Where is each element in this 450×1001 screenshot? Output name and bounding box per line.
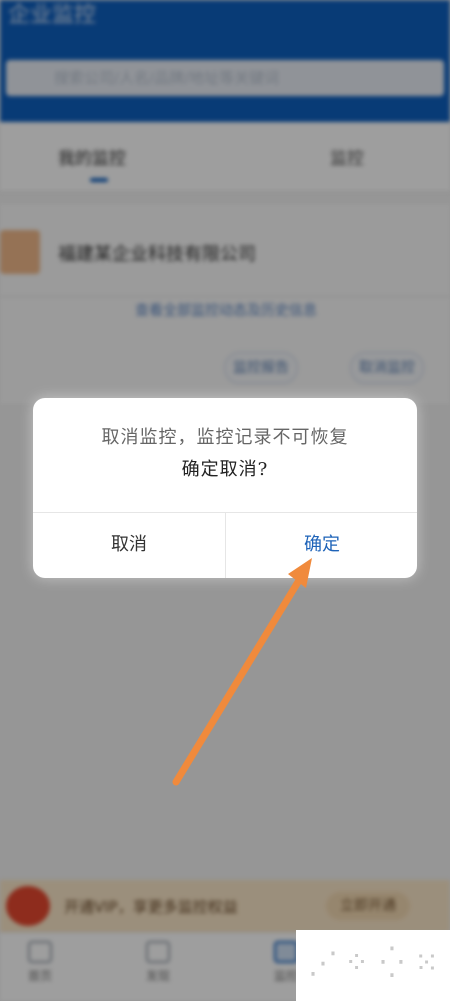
dialog-message-line1: 取消监控，监控记录不可恢复 (101, 427, 349, 448)
watermark-glyph: ⁘ (344, 946, 370, 981)
dialog-message: 取消监控，监控记录不可恢复 确定取消? (33, 422, 417, 486)
confirm-dialog: 取消监控，监控记录不可恢复 确定取消? 取消 确定 (33, 398, 417, 578)
watermark-glyph: ⁙ (414, 946, 440, 981)
watermark-glyph: ⋰ (308, 946, 338, 981)
watermark: ⋰ ⁘ ⁛ ⁙ (296, 930, 450, 1001)
dialog-message-line2: 确定取消? (181, 459, 269, 480)
confirm-button[interactable]: 确定 (226, 512, 418, 578)
cancel-button[interactable]: 取消 (33, 512, 225, 578)
watermark-glyph: ⁛ (380, 946, 404, 981)
